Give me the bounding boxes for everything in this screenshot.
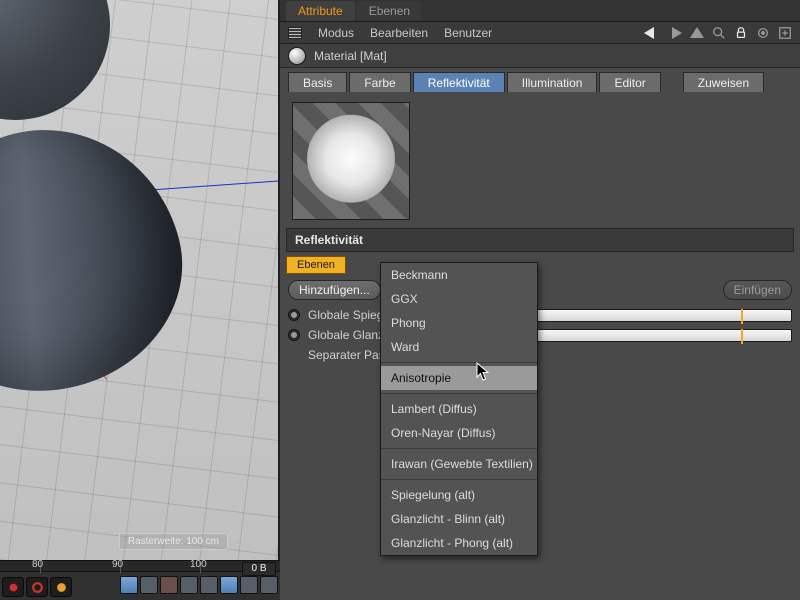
dropdown-item[interactable]: Irawan (Gewebte Textilien) (381, 452, 537, 476)
new-window-icon[interactable] (778, 26, 792, 40)
dock-cell[interactable] (240, 576, 258, 594)
dock-cell[interactable] (180, 576, 198, 594)
viewport-3d[interactable]: Rasterweite: 100 cm (0, 0, 280, 560)
dock-cell[interactable] (140, 576, 158, 594)
dropdown-item[interactable]: Lambert (Diffus) (381, 397, 537, 421)
timeline: 80 90 100 0 B (0, 560, 280, 600)
timeline-tick: 80 (32, 559, 43, 570)
menubar-modus-icon[interactable] (288, 27, 302, 39)
dropdown-item[interactable]: Anisotropie (381, 366, 537, 390)
paste-button[interactable]: Einfügen (723, 280, 792, 300)
timeline-ruler[interactable]: 80 90 100 0 B (0, 560, 280, 572)
ptab-zuweisen[interactable]: Zuweisen (683, 72, 764, 92)
radio-global-specular[interactable] (288, 329, 300, 341)
lock-icon[interactable] (734, 26, 748, 40)
section-title: Reflektivität (286, 228, 794, 252)
search-icon[interactable] (712, 26, 726, 40)
dropdown-item[interactable]: Spiegelung (alt) (381, 483, 537, 507)
material-header: Material [Mat] (280, 44, 800, 68)
section-chip-ebenen[interactable]: Ebenen (286, 256, 346, 274)
dropdown-item[interactable]: Beckmann (381, 263, 537, 287)
target-icon[interactable] (756, 26, 770, 40)
timeline-dock (120, 576, 278, 594)
timeline-btn-record[interactable] (2, 577, 24, 597)
menubar-user[interactable]: Benutzer (444, 26, 492, 40)
timeline-tick: 100 (190, 559, 207, 570)
material-swatch-icon[interactable] (288, 47, 306, 65)
panel-tabbar: Attribute Ebenen (280, 0, 800, 22)
timeline-tick: 90 (112, 559, 123, 570)
menubar-modus[interactable]: Modus (318, 26, 354, 40)
ptab-basis[interactable]: Basis (288, 72, 347, 92)
viewport-hud-hint: Rasterweite: 100 cm (119, 533, 228, 550)
material-preview[interactable] (292, 102, 410, 220)
add-reflectance-dropdown[interactable]: BeckmannGGXPhongWard Anisotropie Lambert (… (380, 262, 538, 556)
property-tabs: Basis Farbe Reflektivität Illumination E… (280, 72, 800, 92)
label-separate-pass: Separater Pass (308, 348, 391, 362)
dropdown-item[interactable]: Oren-Nayar (Diffus) (381, 421, 537, 445)
dock-cell[interactable] (160, 576, 178, 594)
panel-menubar: Modus Bearbeiten Benutzer (280, 22, 800, 44)
dock-cell[interactable] (220, 576, 238, 594)
dropdown-item[interactable]: GGX (381, 287, 537, 311)
radio-global-reflection[interactable] (288, 309, 300, 321)
dock-cell[interactable] (260, 576, 278, 594)
ptab-editor[interactable]: Editor (599, 72, 660, 92)
dropdown-item[interactable]: Ward (381, 335, 537, 359)
material-name: Material [Mat] (314, 49, 387, 63)
dock-cell[interactable] (200, 576, 218, 594)
timeline-btn-key[interactable] (50, 577, 72, 597)
ptab-farbe[interactable]: Farbe (349, 72, 410, 92)
dock-cell[interactable] (120, 576, 138, 594)
dropdown-item[interactable]: Glanzlicht - Phong (alt) (381, 531, 537, 555)
tab-attribute[interactable]: Attribute (286, 1, 355, 21)
nav-back-icon[interactable] (644, 27, 654, 39)
ptab-illum[interactable]: Illumination (507, 72, 598, 92)
reflectance-options: Globale Spiegelung Globale Glanzlicht Se… (280, 306, 800, 366)
timeline-btn-record-alt[interactable] (26, 577, 48, 597)
nav-forward-icon[interactable] (672, 27, 682, 39)
ptab-reflekt[interactable]: Reflektivität (413, 72, 505, 92)
menubar-edit[interactable]: Bearbeiten (370, 26, 428, 40)
dropdown-item[interactable]: Phong (381, 311, 537, 335)
dropdown-item[interactable]: Glanzlicht - Blinn (alt) (381, 507, 537, 531)
attribute-panel: Attribute Ebenen Modus Bearbeiten Benutz… (280, 0, 800, 600)
add-button[interactable]: Hinzufügen... (288, 280, 381, 300)
nav-up-icon[interactable] (690, 27, 704, 38)
tab-ebenen[interactable]: Ebenen (357, 1, 422, 21)
